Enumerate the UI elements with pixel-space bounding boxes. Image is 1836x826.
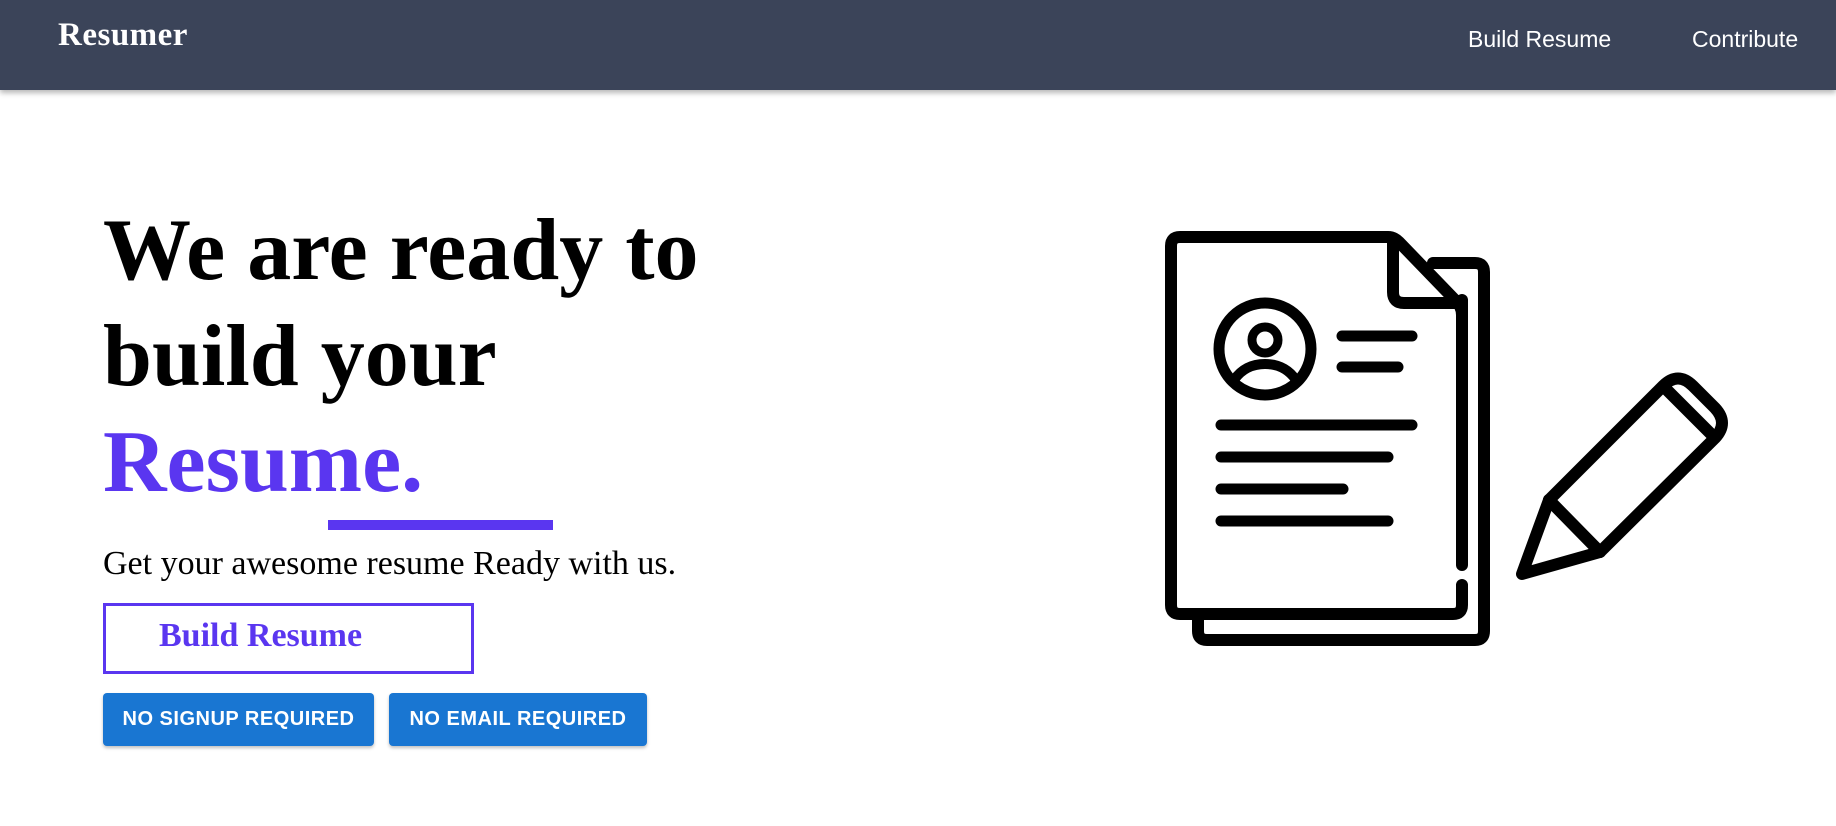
build-resume-button[interactable]: Build Resume — [103, 603, 474, 674]
avatar-shoulders-icon — [1229, 359, 1301, 385]
hero-title: We are ready to build your Resume. — [103, 198, 699, 516]
pencil-collar-line — [1543, 494, 1606, 558]
hero-title-accent: Resume. — [103, 414, 424, 511]
top-navbar: Resumer Build Resume Contribute — [0, 0, 1836, 90]
build-resume-button-label: Build Resume — [159, 617, 363, 654]
nav-link-contribute[interactable]: Contribute — [1692, 26, 1798, 53]
hero-title-line-2: build your — [103, 308, 497, 405]
accent-underline — [328, 520, 553, 530]
avatar-head-icon — [1247, 322, 1283, 358]
no-signup-required-badge[interactable]: NO SIGNUP REQUIRED — [103, 693, 374, 746]
no-email-required-badge[interactable]: NO EMAIL REQUIRED — [389, 693, 647, 746]
brand-logo[interactable]: Resumer — [58, 17, 188, 54]
nav-link-build-resume[interactable]: Build Resume — [1468, 26, 1611, 53]
hero-title-line-1: We are ready to — [103, 202, 699, 299]
resume-document-with-pencil-icon — [1165, 231, 1728, 646]
hero-tagline: Get your awesome resume Ready with us. — [103, 545, 677, 582]
